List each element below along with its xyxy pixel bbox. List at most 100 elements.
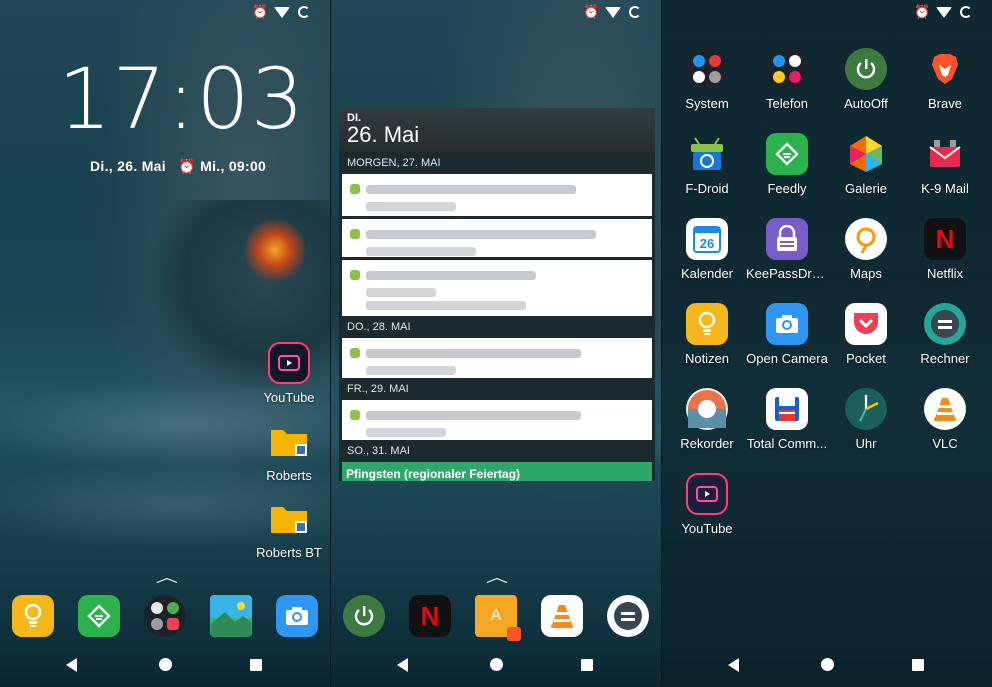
battery-icon xyxy=(298,6,310,18)
calendar-event[interactable] xyxy=(342,400,652,440)
app-calculator[interactable]: Rechner xyxy=(904,303,986,366)
bulb-icon[interactable] xyxy=(12,595,54,637)
calendar-event[interactable] xyxy=(342,338,652,378)
event-title-blurred xyxy=(366,270,536,280)
app-camera[interactable]: Open Camera xyxy=(746,303,828,366)
gallery-icon[interactable] xyxy=(210,595,252,637)
date-text: Di., 26. Mai xyxy=(90,158,166,174)
dock: N A xyxy=(331,595,661,641)
app-lock[interactable]: KeePassDroid xyxy=(746,218,828,281)
app-bulb[interactable]: Notizen xyxy=(666,303,748,366)
recents-icon[interactable] xyxy=(581,659,593,671)
app-fdroid[interactable]: F-Droid xyxy=(666,133,748,196)
home-icon[interactable] xyxy=(490,658,503,671)
calculator-icon xyxy=(924,303,966,345)
app-vlc[interactable]: VLC xyxy=(904,388,986,451)
event-detail-blurred xyxy=(366,301,526,311)
event-detail-blurred xyxy=(366,366,456,376)
feedly-icon[interactable] xyxy=(78,595,120,637)
calendar-widget[interactable]: DI. 26. Mai MORGEN, 27. MAI DO., 28. MAI… xyxy=(339,108,655,481)
back-icon[interactable] xyxy=(66,658,77,672)
app-brave[interactable]: Brave xyxy=(904,48,986,111)
event-detail-blurred xyxy=(366,288,436,298)
shortcut-roberts[interactable]: Roberts xyxy=(249,420,329,483)
app-label: Open Camera xyxy=(746,351,828,366)
app-a-icon[interactable]: A xyxy=(475,595,521,641)
recents-icon[interactable] xyxy=(912,659,924,671)
status-bar: ⏰ xyxy=(914,4,972,20)
app-netflix[interactable]: N Netflix xyxy=(904,218,986,281)
app-label: K-9 Mail xyxy=(921,181,969,196)
alarm-icon: ⏰ xyxy=(583,4,600,19)
app-drawer-chevron-icon[interactable]: ︿ xyxy=(486,567,508,587)
app-label: Rekorder xyxy=(680,436,734,451)
calendar-event[interactable] xyxy=(342,174,652,216)
clock-date[interactable]: Di., 26. Mai ⏰ Mi., 09:00 xyxy=(90,158,266,175)
app-gallery[interactable]: Galerie xyxy=(825,133,907,196)
alarm-icon: ⏰ xyxy=(178,158,196,174)
back-icon[interactable] xyxy=(728,658,739,672)
battery-icon xyxy=(960,6,972,18)
shortcut-label: Roberts xyxy=(266,468,312,483)
app-pocket[interactable]: Pocket xyxy=(825,303,907,366)
navigation-bar xyxy=(662,655,992,677)
brave-icon xyxy=(924,48,966,90)
app-label: AutoOff xyxy=(844,96,888,111)
calendar-header[interactable]: DI. 26. Mai xyxy=(339,108,655,152)
app-label: Rechner xyxy=(920,351,970,366)
shortcut-roberts-bt[interactable]: Roberts BT xyxy=(249,497,329,560)
shortcut-youtube[interactable]: YouTube xyxy=(249,342,329,405)
power-icon xyxy=(845,48,887,90)
calculator-icon[interactable] xyxy=(607,595,649,637)
app-label: Telefon xyxy=(766,96,808,111)
app-label: System xyxy=(685,96,729,111)
event-detail-blurred xyxy=(366,202,456,212)
calendar-event[interactable] xyxy=(342,219,652,257)
brave-badge-icon xyxy=(507,627,521,641)
app-recorder[interactable]: Rekorder xyxy=(666,388,748,451)
app-folder-system[interactable]: System xyxy=(666,48,748,111)
app-youtube[interactable]: YouTube xyxy=(666,473,748,536)
wifi-icon xyxy=(936,6,952,18)
clock-icon xyxy=(845,388,887,430)
next-alarm-text: Mi., 09:00 xyxy=(200,158,267,174)
clock-time[interactable]: 17:03 xyxy=(58,50,305,148)
maps-icon xyxy=(845,218,887,260)
autooff-icon[interactable] xyxy=(343,595,385,637)
folder-icon xyxy=(268,420,310,462)
calendar-panel: ⏰ DI. 26. Mai MORGEN, 27. MAI DO., 28. M… xyxy=(331,0,661,687)
app-maps[interactable]: Maps xyxy=(825,218,907,281)
recents-icon[interactable] xyxy=(250,659,262,671)
vlc-icon xyxy=(924,388,966,430)
home-icon[interactable] xyxy=(821,658,834,671)
app-k9-mail[interactable]: K-9 Mail xyxy=(904,133,986,196)
app-drawer-chevron-icon[interactable]: ︿ xyxy=(156,567,178,587)
homescreen-panel: ⏰ 17:03 Di., 26. Mai ⏰ Mi., 09:00 YouTub… xyxy=(0,0,330,687)
app-feedly[interactable]: Feedly xyxy=(746,133,828,196)
netflix-icon[interactable]: N xyxy=(409,595,451,637)
pocket-icon xyxy=(845,303,887,345)
shortcut-label: Roberts BT xyxy=(256,545,322,560)
event-title-blurred xyxy=(366,410,581,420)
camera-icon[interactable] xyxy=(276,595,318,637)
back-icon[interactable] xyxy=(397,658,408,672)
event-color-icon xyxy=(350,229,360,239)
fdroid-icon xyxy=(686,133,728,175)
app-calendar[interactable]: 26 Kalender xyxy=(666,218,748,281)
event-color-icon xyxy=(350,410,360,420)
app-floppy[interactable]: Total Comm... xyxy=(746,388,828,451)
calendar-holiday-event[interactable]: Pfingsten (regionaler Feiertag) xyxy=(342,462,652,481)
battery-icon xyxy=(629,6,641,18)
event-title-blurred xyxy=(366,184,576,194)
folder-group-icon[interactable] xyxy=(144,595,186,637)
home-icon[interactable] xyxy=(159,658,172,671)
alarm-icon: ⏰ xyxy=(252,4,269,19)
app-power[interactable]: AutoOff xyxy=(825,48,907,111)
calendar-event[interactable] xyxy=(342,260,652,316)
vlc-icon[interactable] xyxy=(541,595,583,637)
app-folder-phone[interactable]: Telefon xyxy=(746,48,828,111)
status-bar: ⏰ xyxy=(252,4,310,20)
app-clock[interactable]: Uhr xyxy=(825,388,907,451)
app-label: Kalender xyxy=(680,266,734,281)
app-label: Maps xyxy=(850,266,882,281)
